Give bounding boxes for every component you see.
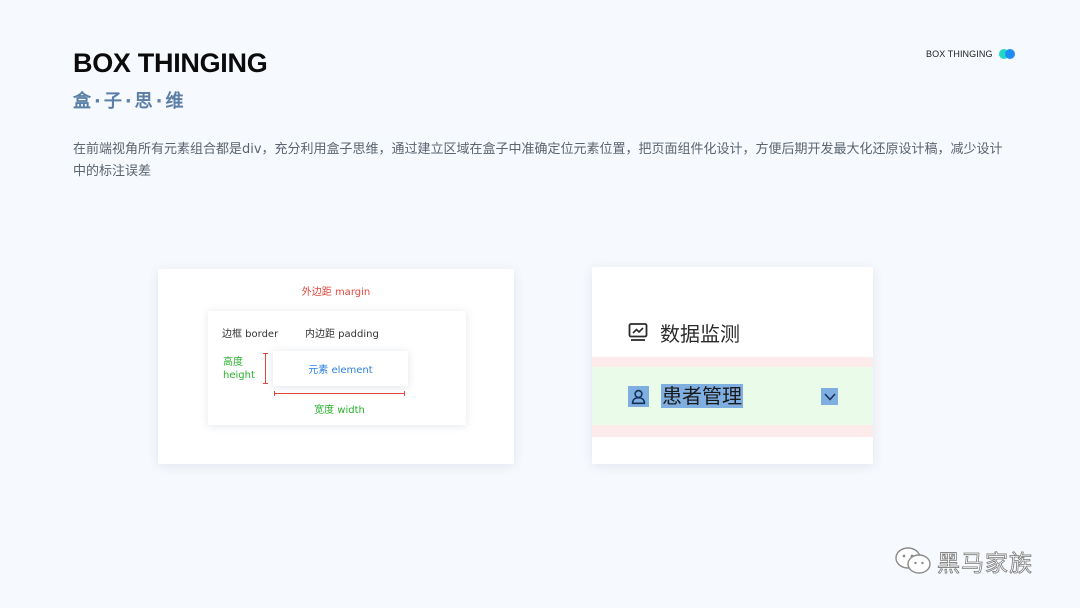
brand-mark: BOX THINGING <box>926 47 1017 61</box>
height-dimension-line <box>263 353 268 384</box>
border-label: 边框 border <box>222 329 279 340</box>
menu-item-label: 数据监测 <box>660 321 740 346</box>
padding-label: 内边距 padding <box>305 329 379 340</box>
watermark-label: 黑马家族 <box>937 551 1033 578</box>
brand-dots-icon <box>998 49 1017 59</box>
menu-example-card: 数据监测 患者管理 <box>592 267 873 464</box>
element-label: 元素 element <box>308 365 373 376</box>
width-label: 宽度 width <box>314 405 365 416</box>
margin-label: 外边距 margin <box>301 287 371 298</box>
user-icon <box>628 385 649 407</box>
menu-item-patient-management[interactable]: 患者管理 <box>628 383 743 409</box>
description-text: 在前端视角所有元素组合都是div，充分利用盒子思维，通过建立区域在盒子中准确定位… <box>73 142 1003 179</box>
page-subtitle: 盒·子·思·维 <box>73 91 187 112</box>
width-dimension-line <box>274 391 405 396</box>
monitor-chart-icon <box>628 323 648 341</box>
page-title: BOX THINGING <box>73 48 268 78</box>
menu-item-label: 患者管理 <box>661 384 743 408</box>
chevron-down-icon[interactable] <box>821 388 838 405</box>
border-box: 边框 border 内边距 padding 高度 height 元素 eleme… <box>208 311 466 425</box>
watermark: 黑马家族 <box>893 544 1033 578</box>
element-box: 元素 element <box>273 351 408 386</box>
height-label-en: height <box>223 370 255 381</box>
box-model-card: 外边距 margin 边框 border 内边距 padding 高度 heig… <box>158 269 514 464</box>
height-label: 高度 height <box>223 356 255 382</box>
brand-label: BOX THINGING <box>926 49 993 59</box>
menu-item-data-monitor[interactable]: 数据监测 <box>628 317 740 347</box>
wechat-icon <box>895 547 931 574</box>
height-label-cn: 高度 <box>223 357 243 368</box>
